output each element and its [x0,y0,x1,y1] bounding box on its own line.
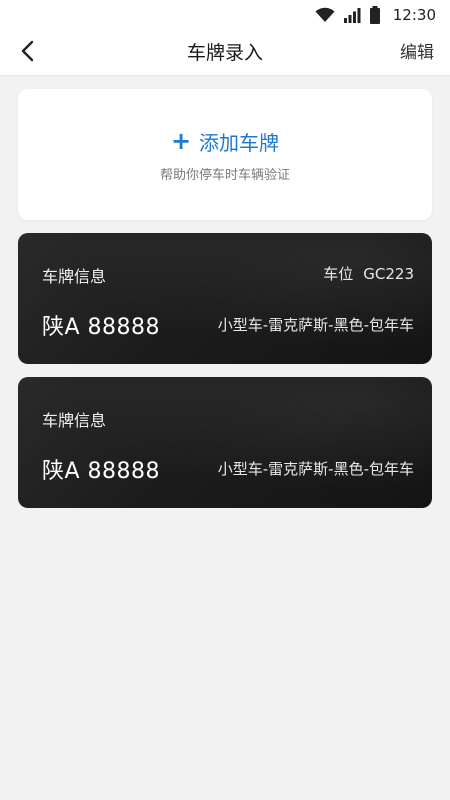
add-plate-card[interactable]: + 添加车牌 帮助你停车时车辆验证 [18,89,432,220]
parking-spot: 车位 GC223 [323,263,414,284]
plate-number: 陕A 88888 [42,315,161,340]
vehicle-card[interactable]: 车牌信息 陕A 88888 小型车-雷克萨斯-黑色-包年车 [18,377,432,508]
parking-spot-code: GC223 [363,265,414,283]
add-plate-hint: 帮助你停车时车辆验证 [159,167,290,183]
add-plate-label: 添加车牌 [199,130,280,155]
add-plate-button[interactable]: + 添加车牌 [171,127,279,156]
page-title: 车牌录入 [186,42,263,64]
battery-icon [369,6,381,24]
back-button[interactable] [12,38,42,68]
plus-icon: + [170,127,192,155]
vehicle-card-title: 车牌信息 [42,411,107,430]
status-time: 12:30 [392,6,436,24]
signal-icon [343,7,361,23]
vehicle-description: 小型车-雷克萨斯-黑色-包年车 [217,316,414,334]
vehicle-card[interactable]: 车牌信息 车位 GC223 陕A 88888 小型车-雷克萨斯-黑色-包年车 [18,233,432,364]
edit-button[interactable]: 编辑 [400,30,434,76]
nav-bar: 车牌录入 编辑 [0,30,450,76]
wifi-icon [315,7,335,23]
status-bar: 12:30 [0,0,450,30]
vehicle-description: 小型车-雷克萨斯-黑色-包年车 [217,460,414,478]
vehicle-card-title: 车牌信息 [42,267,107,286]
parking-spot-label: 车位 [323,265,354,283]
back-arrow-icon [20,40,34,66]
plate-number: 陕A 88888 [42,459,161,484]
